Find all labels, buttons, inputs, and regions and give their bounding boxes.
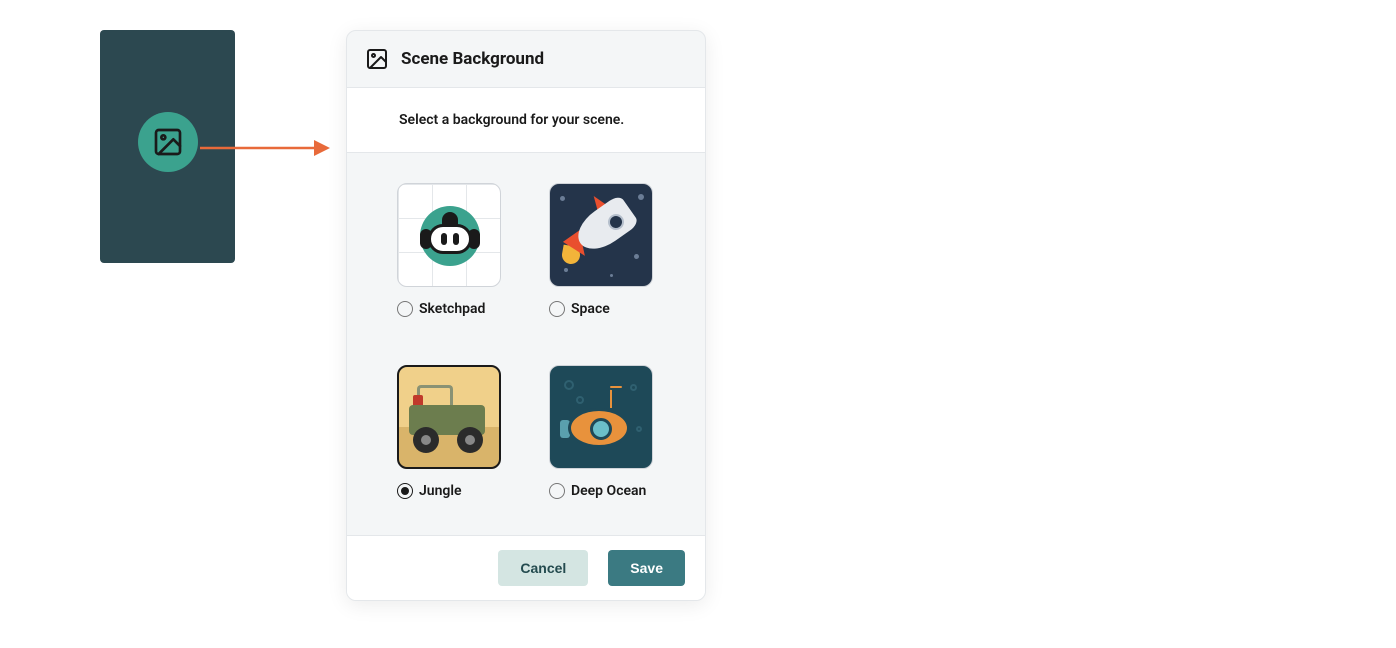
cancel-button[interactable]: Cancel [498, 550, 588, 586]
dialog-instruction: Select a background for your scene. [347, 88, 705, 153]
save-button[interactable]: Save [608, 550, 685, 586]
radio-space[interactable] [549, 301, 565, 317]
dialog-title: Scene Background [401, 49, 544, 69]
dialog-footer: Cancel Save [347, 535, 705, 600]
background-option-space[interactable]: Space [549, 183, 655, 317]
radio-jungle[interactable] [397, 483, 413, 499]
thumbnail-space [549, 183, 653, 287]
radio-sketchpad[interactable] [397, 301, 413, 317]
radio-deep-ocean[interactable] [549, 483, 565, 499]
radio-label-sketchpad: Sketchpad [419, 301, 485, 317]
image-icon [152, 126, 184, 158]
dialog-header: Scene Background [347, 31, 705, 88]
scene-background-dialog: Scene Background Select a background for… [346, 30, 706, 601]
thumbnail-deep-ocean [549, 365, 653, 469]
radio-label-deep-ocean: Deep Ocean [571, 483, 646, 499]
thumbnail-jungle [397, 365, 501, 469]
radio-label-jungle: Jungle [419, 483, 462, 499]
background-option-jungle[interactable]: Jungle [397, 365, 503, 499]
background-options-grid: Sketchpad Space [347, 153, 705, 535]
arrow-icon [200, 130, 330, 166]
radio-label-space: Space [571, 301, 610, 317]
thumbnail-sketchpad [397, 183, 501, 287]
image-icon [365, 47, 389, 71]
stage-background-circle [138, 112, 198, 172]
background-option-sketchpad[interactable]: Sketchpad [397, 183, 503, 317]
background-option-deep-ocean[interactable]: Deep Ocean [549, 365, 655, 499]
